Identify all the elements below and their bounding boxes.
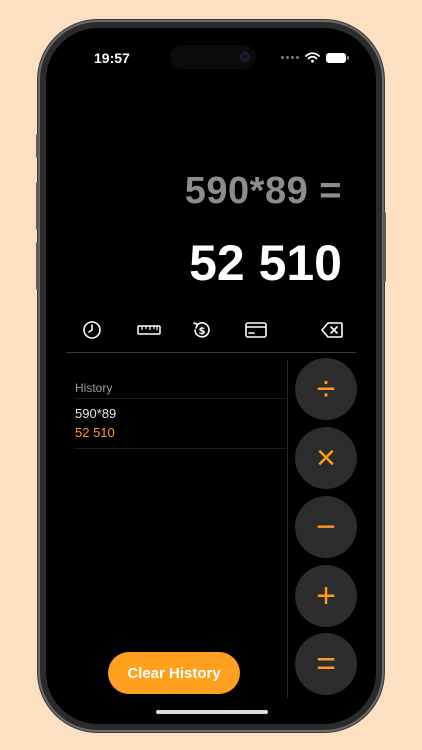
svg-text:$: $ [199, 326, 206, 337]
ruler-icon [137, 325, 161, 335]
backspace-icon [321, 322, 343, 338]
battery-icon [326, 52, 349, 63]
volume-up-button [36, 182, 39, 230]
card-icon [245, 322, 267, 338]
display-divider [66, 352, 356, 353]
currency-convert-icon: $ [193, 322, 210, 338]
multiply-button[interactable]: × [295, 427, 357, 489]
operator-column-divider [287, 360, 288, 698]
wifi-icon [305, 52, 320, 63]
signal-dots-icon [281, 56, 299, 59]
clock-icon [83, 321, 101, 339]
home-indicator[interactable] [156, 710, 268, 714]
minus-button[interactable]: − [295, 496, 357, 558]
phone-frame: 19:57 590*89 = 52 510 $ History 590*89 5… [36, 22, 386, 730]
equals-icon: = [316, 644, 336, 683]
history-entry-result: 52 510 [75, 425, 115, 440]
history-entry[interactable]: 590*89 52 510 [75, 406, 286, 440]
multiply-icon: × [316, 438, 336, 477]
backspace-button[interactable] [320, 318, 344, 342]
card-button[interactable] [244, 318, 268, 342]
result-display: 52 510 [189, 235, 342, 291]
history-separator [75, 448, 286, 449]
status-time: 19:57 [94, 50, 130, 66]
clear-history-button[interactable]: Clear History [108, 652, 240, 694]
minus-icon: − [316, 507, 336, 546]
camera-icon [240, 52, 250, 62]
volume-down-button [36, 242, 39, 290]
history-button[interactable] [80, 318, 104, 342]
currency-converter-button[interactable]: $ [190, 318, 214, 342]
toolbar: $ [70, 318, 350, 342]
unit-converter-button[interactable] [134, 318, 164, 342]
divide-icon: ÷ [316, 369, 336, 408]
plus-icon: + [316, 576, 336, 615]
history-separator [75, 398, 286, 399]
screen: 19:57 590*89 = 52 510 $ History 590*89 5… [46, 28, 376, 724]
mute-switch [36, 134, 39, 158]
equals-button[interactable]: = [295, 633, 357, 695]
expression-display: 590*89 = [184, 170, 342, 212]
history-entry-expression: 590*89 [75, 406, 117, 421]
history-title: History [75, 381, 113, 395]
plus-button[interactable]: + [295, 565, 357, 627]
divide-button[interactable]: ÷ [295, 358, 357, 420]
power-button [383, 212, 386, 282]
status-indicators [281, 52, 349, 63]
